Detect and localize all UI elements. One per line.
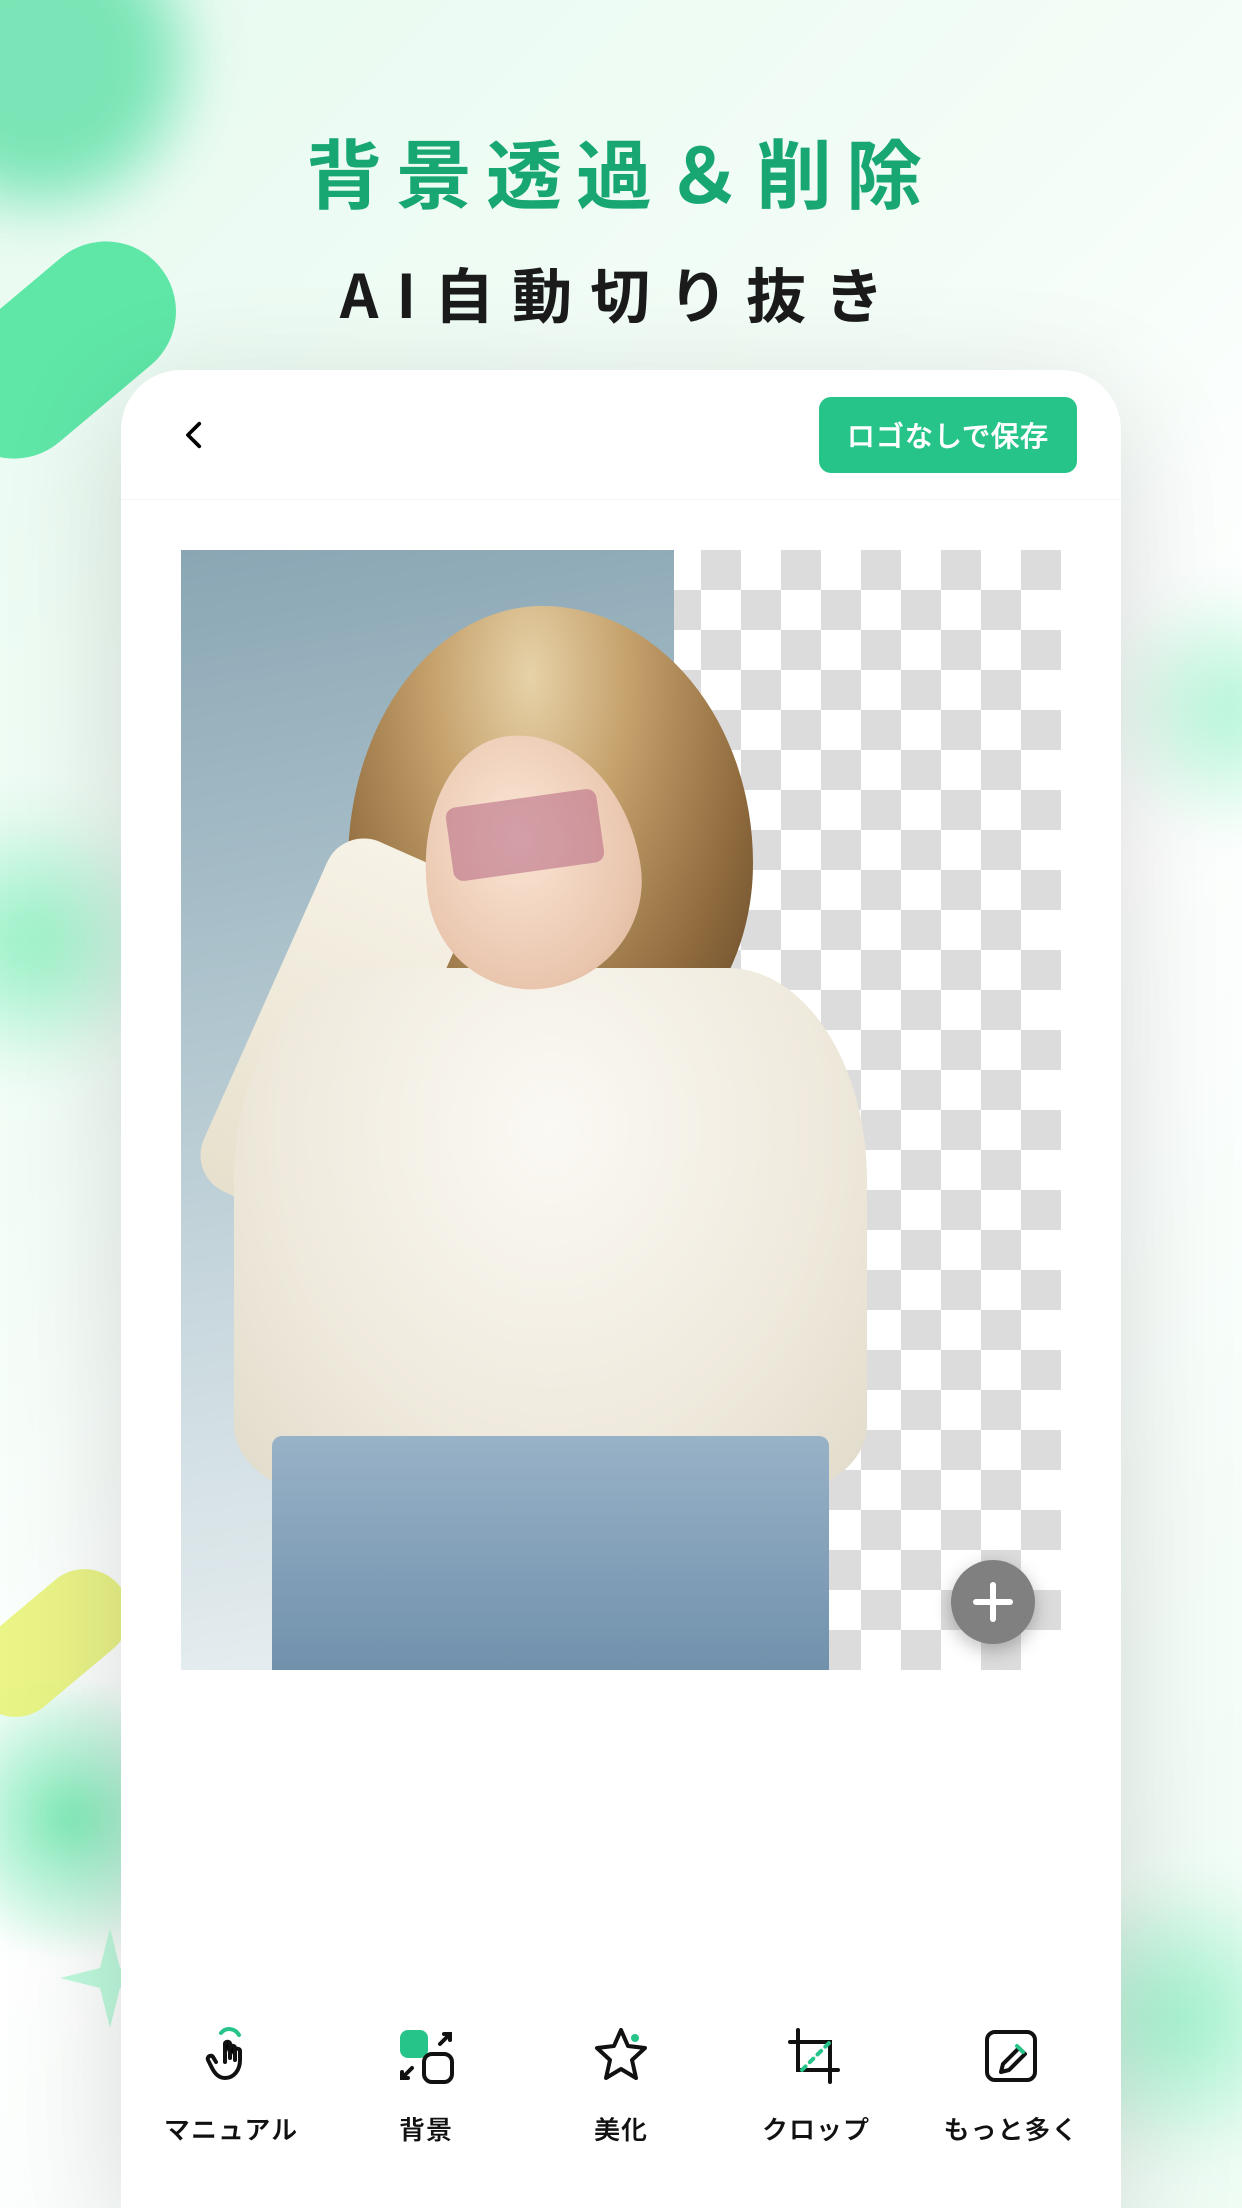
save-without-logo-button[interactable]: ロゴなしで保存: [819, 397, 1077, 473]
tool-beautify[interactable]: 美化: [536, 2018, 706, 2147]
tool-manual[interactable]: マニュアル: [146, 2018, 316, 2147]
promo-subtitle: AI自動切り抜き: [0, 249, 1242, 336]
tool-label: 背景: [399, 2110, 453, 2147]
hand-tap-icon: [193, 2018, 269, 2094]
tool-crop[interactable]: クロップ: [731, 2018, 901, 2147]
edit-icon: [973, 2018, 1049, 2094]
phone-frame: ロゴなしで保存: [121, 370, 1121, 2208]
star-icon: [583, 2018, 659, 2094]
crop-icon: [778, 2018, 854, 2094]
decor-blob: [1102, 580, 1242, 840]
tool-label: マニュアル: [164, 2110, 298, 2147]
back-button[interactable]: [165, 405, 225, 465]
tool-label: 美化: [594, 2110, 648, 2147]
promo-title: 背景透過＆削除: [0, 115, 1242, 225]
subject-cutout: [234, 606, 868, 1670]
chevron-left-icon: [178, 418, 212, 452]
background-swap-icon: [388, 2018, 464, 2094]
tool-label: クロップ: [762, 2110, 870, 2147]
add-layer-button[interactable]: [951, 1560, 1035, 1644]
tool-background[interactable]: 背景: [341, 2018, 511, 2147]
tool-label: もっと多く: [943, 2110, 1078, 2147]
bottom-toolbar: マニュアル 背景: [121, 1978, 1121, 2208]
app-bar: ロゴなしで保存: [121, 370, 1121, 500]
editor-canvas[interactable]: [181, 550, 1061, 1670]
tool-more[interactable]: もっと多く: [926, 2018, 1096, 2147]
